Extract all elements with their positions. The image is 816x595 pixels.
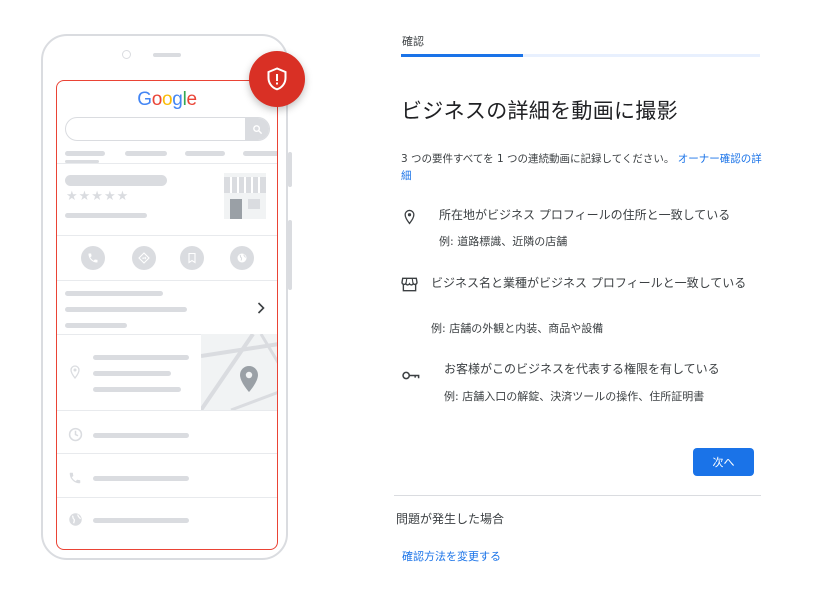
placeholder-line [65, 291, 163, 296]
change-verification-method-link[interactable]: 確認方法を変更する [402, 548, 501, 564]
divider [57, 410, 277, 411]
divider [57, 497, 277, 498]
divider [57, 280, 277, 281]
phone-side-button [288, 220, 292, 290]
progress-bar [401, 54, 760, 57]
next-button[interactable]: 次へ [693, 448, 754, 476]
requirement-business-name-example: 例: 店舗の外観と内装、商品や設備 [431, 322, 604, 335]
placeholder-line [243, 151, 277, 156]
google-logo: Google [57, 89, 277, 111]
requirement-location-title: 所在地がビジネス プロフィールの住所と一致している [439, 208, 731, 222]
intro-text: 3 つの要件すべてを 1 つの連続動画に記録してください。 オーナー確認の詳細 [401, 151, 763, 185]
placeholder-line [93, 387, 181, 392]
storefront-icon [220, 173, 270, 225]
phone-side-button [288, 152, 292, 187]
logo-letter: e [186, 89, 197, 110]
requirement-location-example: 例: 道路標識、近隣の店舗 [439, 235, 568, 248]
rating-stars: ★★★★★ [66, 189, 130, 204]
placeholder-line [93, 518, 189, 523]
mock-search-bar [65, 117, 270, 141]
requirement-authority-example: 例: 店舗入口の解錠、決済ツールの操作、住所証明書 [444, 390, 705, 403]
placeholder-line [125, 151, 167, 156]
section-divider [394, 495, 761, 496]
placeholder-title [65, 175, 167, 186]
logo-letter: g [172, 89, 183, 110]
phone-icon [68, 470, 82, 489]
page-title: ビジネスの詳細を動画に撮影 [401, 99, 678, 123]
storefront-icon [401, 277, 418, 296]
placeholder-line [185, 151, 225, 156]
directions-icon [132, 246, 156, 270]
logo-letter: o [162, 89, 173, 110]
phone-illustration: Google ★★★★★ [41, 34, 288, 560]
divider [57, 453, 277, 454]
requirement-business-name-title: ビジネス名と業種がビジネス プロフィールと一致している [431, 276, 747, 290]
logo-letter: o [151, 89, 163, 110]
trouble-heading: 問題が発生した場合 [396, 512, 505, 526]
phone-speaker [153, 53, 181, 57]
phone-icon [81, 246, 105, 270]
tab-verification: 確認 [402, 35, 424, 48]
divider [57, 235, 277, 236]
placeholder-line [93, 371, 171, 376]
phone-screen: Google ★★★★★ [56, 80, 278, 550]
placeholder-line [93, 476, 189, 481]
bookmark-icon [180, 246, 204, 270]
location-pin-icon [69, 365, 81, 384]
search-icon [245, 118, 269, 140]
placeholder-line [93, 355, 189, 360]
phone-camera [122, 50, 131, 59]
placeholder-line [65, 307, 187, 312]
intro-description: 3 つの要件すべてを 1 つの連続動画に記録してください。 [401, 153, 675, 165]
divider [57, 163, 277, 164]
requirement-authority-title: お客様がこのビジネスを代表する権限を有している [444, 362, 720, 376]
clock-icon [68, 427, 83, 446]
placeholder-line [65, 323, 127, 328]
progress-bar-fill [401, 54, 524, 57]
key-icon [402, 366, 420, 385]
placeholder-line [65, 151, 105, 156]
globe-icon [230, 246, 254, 270]
shield-alert-icon [249, 51, 305, 107]
chevron-right-icon [257, 299, 265, 318]
logo-letter: G [137, 89, 152, 110]
placeholder-line [65, 213, 147, 218]
map-thumbnail [201, 334, 277, 410]
globe-icon [68, 512, 83, 531]
location-pin-icon [403, 209, 416, 230]
placeholder-line [93, 433, 189, 438]
